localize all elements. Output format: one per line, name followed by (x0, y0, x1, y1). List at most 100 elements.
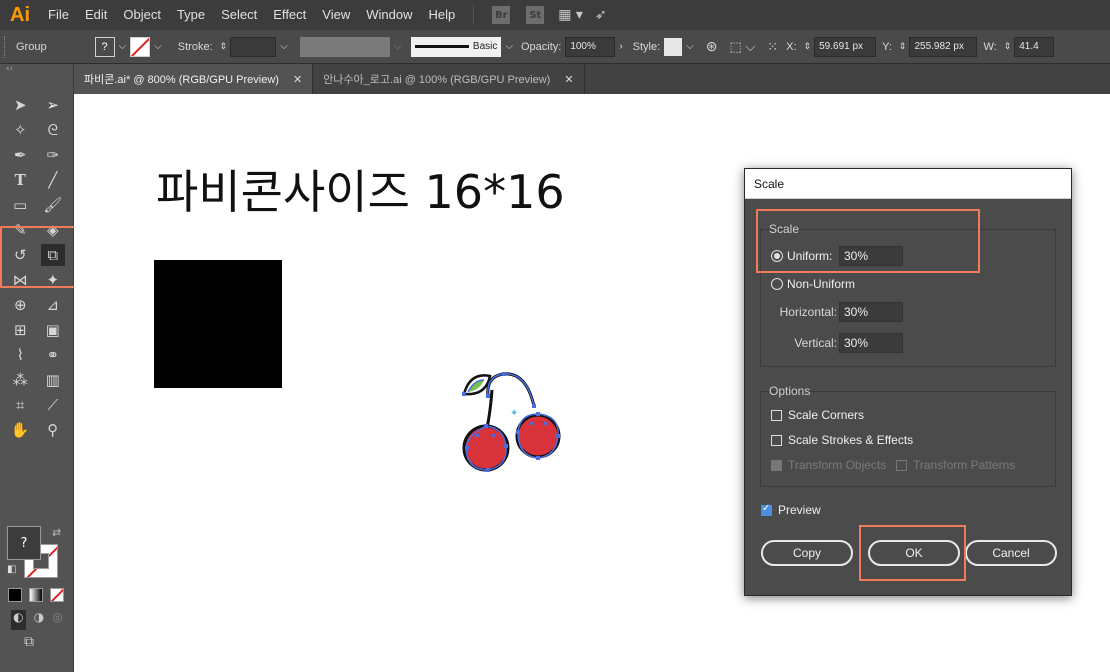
curvature-tool-icon[interactable]: ✑ (41, 144, 65, 166)
transform-objects-checkbox[interactable]: Transform Objects (771, 458, 886, 472)
cherry-artwork[interactable]: ✦ (456, 366, 576, 476)
opacity-input[interactable]: 100% (565, 36, 616, 57)
transform-objects-label: Transform Objects (788, 458, 887, 472)
horizontal-label: Horizontal: (779, 305, 837, 319)
menu-edit[interactable]: Edit (77, 0, 115, 30)
checkbox-unchecked-disabled-icon (896, 459, 907, 471)
menu-type[interactable]: Type (169, 0, 213, 30)
non-uniform-radio[interactable]: Non-Uniform (771, 277, 855, 291)
paintbrush-tool-icon[interactable]: 🖌 (41, 194, 65, 216)
fill-swatch-icon[interactable]: ? (94, 36, 115, 57)
y-position-input[interactable]: 255.982 px (909, 36, 978, 57)
reference-point-icon[interactable]: ⁙ (767, 39, 778, 55)
tab-anna-sui-logo[interactable]: 안나수아_로고.ai @ 100% (RGB/GPU Preview) ✕ (313, 64, 585, 94)
symbol-sprayer-tool-icon[interactable]: ⁂ (8, 369, 32, 391)
menu-object[interactable]: Object (115, 0, 169, 30)
menu-effect[interactable]: Effect (265, 0, 314, 30)
chevron-down-icon[interactable]: ⌵ (154, 41, 162, 52)
selection-tool-icon[interactable]: ➤ (8, 94, 32, 116)
artboard-tool-icon[interactable]: ⌗ (8, 394, 32, 416)
menu-file[interactable]: File (40, 0, 77, 30)
horizontal-value-input[interactable]: 30% (839, 302, 903, 322)
menu-view[interactable]: View (314, 0, 358, 30)
close-icon[interactable]: ✕ (564, 73, 573, 86)
canvas-title-text[interactable]: 파비콘사이즈 16*16 (156, 156, 565, 222)
lasso-tool-icon[interactable]: ᘓ (41, 119, 65, 141)
chevron-down-icon[interactable]: ⌵ (686, 41, 694, 52)
color-mode-icon[interactable] (8, 588, 22, 602)
w-label: W: (983, 40, 997, 53)
chevron-right-icon[interactable]: › (619, 41, 622, 52)
stock-button[interactable]: St (526, 6, 545, 24)
chevron-down-icon[interactable]: ⌵ (119, 41, 127, 52)
tab-label: 안나수아_로고.ai @ 100% (RGB/GPU Preview) (323, 74, 551, 86)
draw-normal-icon[interactable]: ◐ (11, 610, 26, 630)
magic-wand-tool-icon[interactable]: ✧ (8, 119, 32, 141)
menu-select[interactable]: Select (213, 0, 265, 30)
column-graph-tool-icon[interactable]: ▥ (41, 369, 65, 391)
preview-checkbox[interactable]: Preview (761, 503, 821, 517)
brush-definition-dropdown[interactable]: Basic (411, 36, 502, 57)
stroke-weight-input[interactable] (230, 36, 277, 57)
draw-behind-icon[interactable]: ◑ (34, 610, 44, 630)
align-to-selection-icon[interactable]: ⬚ ⌵ (730, 39, 756, 55)
menu-help[interactable]: Help (420, 0, 463, 30)
scale-strokes-checkbox[interactable]: Scale Strokes & Effects (771, 433, 913, 447)
dialog-title[interactable]: Scale (745, 169, 1071, 199)
y-stepper-icon[interactable]: ⇕ (899, 41, 907, 52)
graphic-style-swatch[interactable] (664, 37, 683, 56)
fill-color-swatch[interactable]: ? (7, 526, 41, 560)
copy-button[interactable]: Copy (761, 540, 853, 566)
zoom-tool-icon[interactable]: ⚲ (41, 419, 65, 441)
selection-type-label: Group (16, 40, 47, 53)
tab-favicon[interactable]: 파비콘.ai* @ 800% (RGB/GPU Preview) ✕ (74, 64, 314, 94)
stroke-stepper-icon[interactable]: ⇕ (220, 41, 228, 52)
toolbox-collapse-icon[interactable]: ‹‹ (0, 64, 73, 76)
perspective-grid-tool-icon[interactable]: ⊿ (41, 294, 65, 316)
rectangle-tool-icon[interactable]: ▭ (8, 194, 32, 216)
recolor-artwork-icon[interactable]: ⊛ (706, 38, 718, 55)
checkbox-checked-icon (761, 503, 772, 516)
chevron-down-icon[interactable]: ⌵ (280, 41, 288, 52)
screen-mode-icon[interactable]: ⧉ (24, 634, 34, 650)
gpu-performance-icon[interactable]: ➶ (595, 7, 607, 23)
variable-width-profile-dropdown[interactable] (299, 36, 390, 57)
w-stepper-icon[interactable]: ⇕ (1004, 41, 1012, 52)
draw-inside-icon[interactable]: ◎ (52, 610, 62, 630)
type-tool-icon[interactable]: T (8, 169, 32, 191)
black-square-shape[interactable] (154, 260, 282, 388)
opacity-label: Opacity: (520, 40, 562, 53)
gradient-tool-icon[interactable]: ▣ (41, 319, 65, 341)
blend-tool-icon[interactable]: ⚭ (41, 344, 65, 366)
pen-tool-icon[interactable]: ✒ (8, 144, 32, 166)
scale-corners-checkbox[interactable]: Scale Corners (771, 408, 864, 422)
arrange-documents-icon[interactable]: ▦ ▾ (558, 7, 583, 23)
transform-patterns-checkbox[interactable]: Transform Patterns (896, 458, 1015, 472)
vertical-value-input[interactable]: 30% (839, 333, 903, 353)
x-stepper-icon[interactable]: ⇕ (804, 41, 812, 52)
stroke-swatch-icon[interactable] (130, 36, 151, 57)
mesh-tool-icon[interactable]: ⊞ (8, 319, 32, 341)
bridge-button[interactable]: Br (492, 6, 511, 24)
shape-builder-tool-icon[interactable]: ⊕ (8, 294, 32, 316)
width-input[interactable]: 41.4 (1014, 36, 1055, 57)
x-position-input[interactable]: 59.691 px (814, 36, 877, 57)
eyedropper-tool-icon[interactable]: ⌇ (8, 344, 32, 366)
gradient-mode-icon[interactable] (29, 588, 43, 602)
line-tool-icon[interactable]: ╱ (41, 169, 65, 191)
close-icon[interactable]: ✕ (293, 73, 302, 86)
chevron-down-icon[interactable]: ⌵ (505, 41, 513, 52)
slice-tool-icon[interactable]: ⟋ (41, 394, 65, 416)
ok-highlight (859, 525, 966, 581)
default-fill-stroke-icon[interactable]: ◧ (7, 564, 16, 575)
direct-selection-tool-icon[interactable]: ➢ (41, 94, 65, 116)
menu-window[interactable]: Window (358, 0, 420, 30)
none-mode-icon[interactable] (50, 588, 64, 602)
swap-fill-stroke-icon[interactable]: ⇄ (52, 526, 61, 539)
control-bar-grip[interactable] (4, 35, 12, 58)
hand-tool-icon[interactable]: ✋ (8, 419, 32, 441)
chevron-down-icon[interactable]: ⌵ (394, 41, 402, 52)
draw-mode-group: ◐ ◑ ◎ (7, 610, 67, 630)
cancel-button[interactable]: Cancel (965, 540, 1057, 566)
transform-patterns-label: Transform Patterns (913, 458, 1016, 472)
